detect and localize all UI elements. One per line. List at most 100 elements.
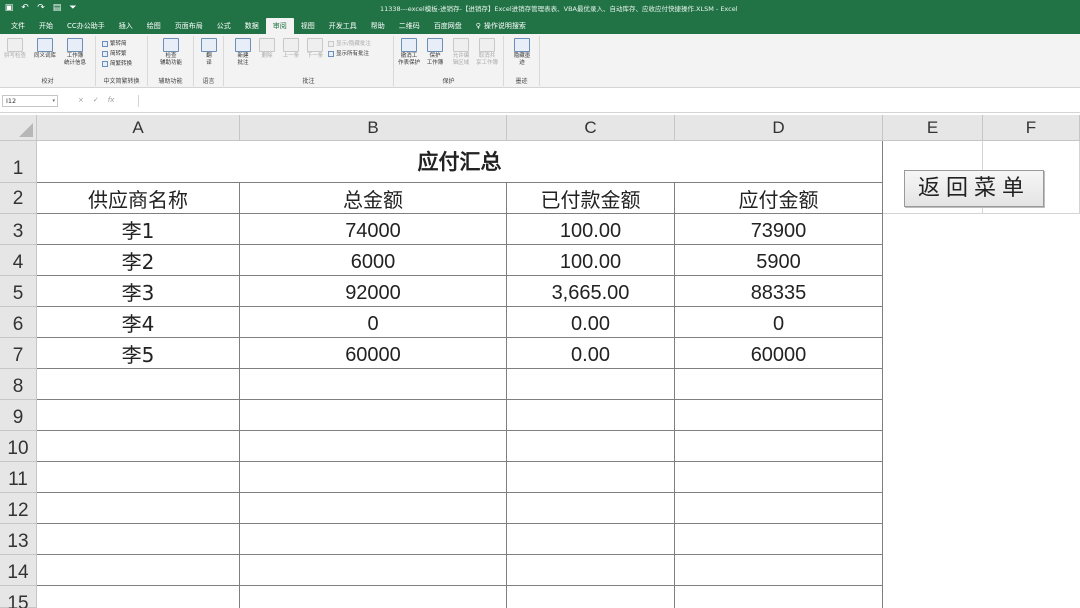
workbook-stats-button[interactable]: 工作簿 统计信息: [62, 38, 88, 67]
table-cell[interactable]: 李5: [37, 338, 240, 369]
table-cell[interactable]: 100.00: [507, 245, 675, 276]
next-comment-icon: [307, 38, 323, 52]
table-cell[interactable]: 74000: [240, 214, 507, 245]
cancel-icon[interactable]: ×: [78, 96, 84, 104]
table-cell[interactable]: 6000: [240, 245, 507, 276]
convert-button[interactable]: 简繁转换: [102, 60, 132, 68]
table-cell[interactable]: 李1: [37, 214, 240, 245]
column-header-e[interactable]: E: [883, 115, 983, 141]
tab-developer[interactable]: 开发工具: [322, 18, 364, 34]
table-cell[interactable]: 李4: [37, 307, 240, 338]
hide-ink-button[interactable]: 隐藏墨 迹: [509, 38, 535, 67]
table-cell[interactable]: 73900: [675, 214, 883, 245]
show-all-comments-button[interactable]: 显示所有批注: [328, 50, 369, 58]
column-header-b[interactable]: B: [240, 115, 507, 141]
column-header-f[interactable]: F: [983, 115, 1080, 141]
row-header-13[interactable]: 13: [0, 524, 37, 555]
table-cell[interactable]: 3,665.00: [507, 276, 675, 307]
table-cell[interactable]: 0.00: [507, 307, 675, 338]
tab-page-layout[interactable]: 页面布局: [168, 18, 210, 34]
delete-comment-button[interactable]: 删除: [254, 38, 280, 60]
sheet-title[interactable]: 应付汇总: [37, 141, 883, 183]
empty-cells-c[interactable]: [507, 369, 675, 608]
translate-button[interactable]: 翻 译: [196, 38, 222, 67]
check-accessibility-button[interactable]: 检查 辅助功能: [158, 38, 184, 67]
protect-workbook-button[interactable]: 保护 工作簿: [422, 38, 448, 67]
row-header-1[interactable]: 1: [0, 141, 37, 183]
row-header-11[interactable]: 11: [0, 462, 37, 493]
table-cell[interactable]: 0.00: [507, 338, 675, 369]
redo-icon[interactable]: ↷: [36, 2, 46, 14]
formula-input[interactable]: [138, 95, 1076, 107]
tab-view[interactable]: 视图: [294, 18, 322, 34]
row-header-5[interactable]: 5: [0, 276, 37, 307]
thesaurus-icon: [37, 38, 53, 52]
table-cell[interactable]: 李3: [37, 276, 240, 307]
undo-icon[interactable]: ↶: [20, 2, 30, 14]
row-header-7[interactable]: 7: [0, 338, 37, 369]
new-comment-button[interactable]: 新建 批注: [230, 38, 256, 67]
show-hide-comment-button[interactable]: 显示/隐藏批注: [328, 40, 371, 48]
delete-comment-icon: [259, 38, 275, 52]
table-cell[interactable]: 88335: [675, 276, 883, 307]
tab-data[interactable]: 数据: [238, 18, 266, 34]
fx-icon[interactable]: fx: [108, 96, 115, 104]
tab-review[interactable]: 审阅: [265, 18, 294, 34]
next-comment-button[interactable]: 下一条: [302, 38, 328, 60]
row-header-9[interactable]: 9: [0, 400, 37, 431]
row-header-6[interactable]: 6: [0, 307, 37, 338]
tab-qrcode[interactable]: 二维码: [392, 18, 427, 34]
tab-help[interactable]: 帮助: [364, 18, 392, 34]
table-cell[interactable]: 李2: [37, 245, 240, 276]
unprotect-sheet-button[interactable]: 撤消工 作表保护: [396, 38, 422, 67]
row-header-10[interactable]: 10: [0, 431, 37, 462]
enter-icon[interactable]: ✓: [93, 96, 99, 104]
table-cell[interactable]: 0: [240, 307, 507, 338]
select-all-button[interactable]: [0, 115, 37, 141]
empty-cells-b[interactable]: [240, 369, 507, 608]
tab-home[interactable]: 开始: [32, 18, 60, 34]
customize-icon[interactable]: ⏷: [68, 2, 78, 14]
table-cell[interactable]: 60000: [240, 338, 507, 369]
table-cell[interactable]: 5900: [675, 245, 883, 276]
row-header-15[interactable]: 15: [0, 586, 37, 608]
row-header-12[interactable]: 12: [0, 493, 37, 524]
tab-formulas[interactable]: 公式: [210, 18, 238, 34]
return-menu-button[interactable]: 返回菜单: [904, 170, 1044, 207]
unshare-workbook-button[interactable]: 取消共 享工作簿: [474, 38, 500, 67]
thesaurus-button[interactable]: 同义词库: [32, 38, 58, 60]
row-header-8[interactable]: 8: [0, 369, 37, 400]
to-traditional-button[interactable]: 简转繁: [102, 50, 127, 58]
tab-file[interactable]: 文件: [4, 18, 32, 34]
previous-comment-button[interactable]: 上一条: [278, 38, 304, 60]
table-cell[interactable]: 0: [675, 307, 883, 338]
header-paid-amount[interactable]: 已付款金额: [507, 183, 675, 214]
column-header-a[interactable]: A: [37, 115, 240, 141]
header-total-amount[interactable]: 总金额: [240, 183, 507, 214]
row-header-2[interactable]: 2: [0, 183, 37, 214]
spell-check-button[interactable]: 拼写检查: [2, 38, 28, 60]
tab-cc-assistant[interactable]: CC办公助手: [60, 18, 112, 34]
empty-cells-a[interactable]: [37, 369, 240, 608]
column-header-d[interactable]: D: [675, 115, 883, 141]
table-cell[interactable]: 100.00: [507, 214, 675, 245]
tell-me-search[interactable]: ♀ 操作说明搜索: [469, 18, 533, 34]
name-box[interactable]: I12 ▾: [2, 95, 58, 107]
empty-cells-d[interactable]: [675, 369, 883, 608]
tab-baidu-netdisk[interactable]: 百度网盘: [427, 18, 469, 34]
form-icon[interactable]: ▤: [52, 2, 62, 14]
allow-edit-ranges-button[interactable]: 允许编 辑区域: [448, 38, 474, 67]
tab-draw[interactable]: 绘图: [140, 18, 168, 34]
row-header-3[interactable]: 3: [0, 214, 37, 245]
row-header-14[interactable]: 14: [0, 555, 37, 586]
row-header-4[interactable]: 4: [0, 245, 37, 276]
header-payable-amount[interactable]: 应付金额: [675, 183, 883, 214]
column-header-c[interactable]: C: [507, 115, 675, 141]
save-icon[interactable]: ▣: [4, 2, 14, 14]
table-cell[interactable]: 92000: [240, 276, 507, 307]
header-supplier-name[interactable]: 供应商名称: [37, 183, 240, 214]
to-simplified-button[interactable]: 繁转简: [102, 40, 127, 48]
convert-icon: [102, 61, 108, 67]
tab-insert[interactable]: 插入: [112, 18, 140, 34]
table-cell[interactable]: 60000: [675, 338, 883, 369]
